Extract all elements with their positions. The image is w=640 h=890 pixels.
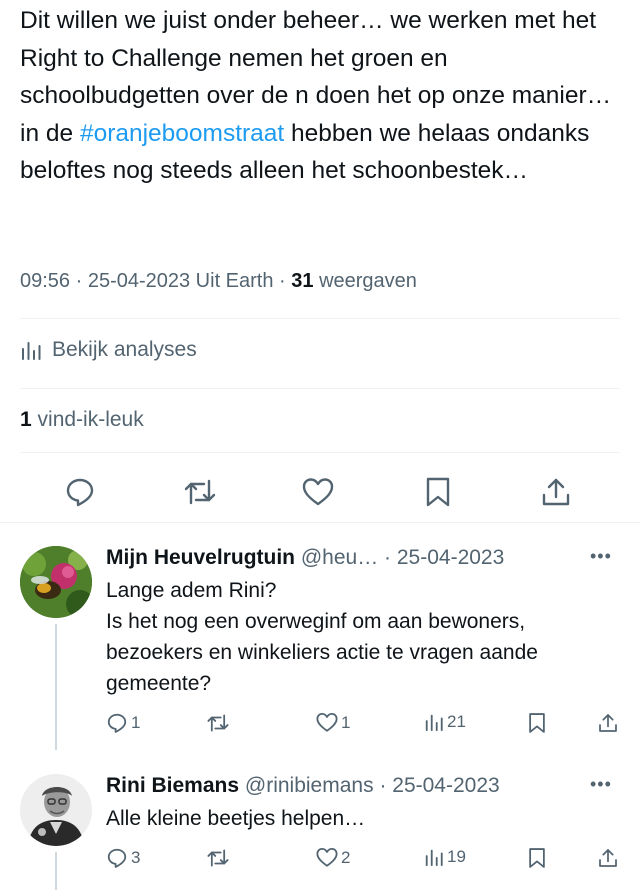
thread-line [55, 852, 57, 890]
bookmark-icon [528, 712, 546, 734]
reply-header: Rini Biemans @rinibiemans · 25-04-2023 [106, 774, 500, 798]
reply-header: Mijn Heuvelrugtuin @heu… · 25-04-2023 [106, 546, 504, 570]
like-button[interactable]: 2 [316, 847, 350, 868]
views-button[interactable]: 21 [424, 712, 466, 732]
analytics-icon [424, 712, 444, 732]
bookmark-button[interactable] [528, 712, 546, 734]
tweet-action-bar [0, 470, 640, 510]
reply-button[interactable]: 1 [106, 712, 140, 734]
reply-author-handle[interactable]: @rinibiemans [245, 774, 374, 797]
likes-summary[interactable]: 1 vind-ik-leuk [20, 408, 144, 432]
more-button[interactable]: ••• [590, 546, 612, 567]
divider [20, 388, 620, 389]
divider [0, 522, 640, 523]
reply-count: 1 [131, 713, 141, 732]
reply-button[interactable]: 3 [106, 847, 140, 869]
like-button[interactable] [300, 474, 336, 510]
divider [20, 452, 620, 453]
reply-icon [64, 476, 96, 508]
reply-text: Alle kleine beetjes helpen… [106, 807, 366, 830]
view-count: 19 [447, 847, 466, 866]
retweet-icon [206, 847, 230, 869]
bookmark-button[interactable] [420, 474, 456, 510]
share-icon [598, 847, 618, 869]
reply-author-name[interactable]: Mijn Heuvelrugtuin [106, 546, 295, 569]
analytics-icon [20, 339, 42, 361]
views-label: weergaven [313, 270, 417, 292]
avatar[interactable] [20, 546, 92, 618]
divider [20, 318, 620, 319]
like-icon [302, 477, 334, 507]
reply-count: 3 [131, 848, 141, 867]
like-count: 1 [341, 712, 351, 732]
share-button[interactable] [598, 847, 618, 869]
thread-line [55, 624, 57, 750]
retweet-icon [206, 712, 230, 734]
views-button[interactable]: 19 [424, 847, 466, 867]
reply-text: Lange adem Rini? Is het nog een overwegi… [106, 579, 538, 695]
analytics-icon [424, 847, 444, 867]
retweet-button[interactable] [206, 847, 233, 869]
likes-count: 1 [20, 408, 32, 431]
more-icon: ••• [590, 774, 612, 794]
share-icon [541, 476, 571, 508]
tweet-meta: 09:56 · 25-04-2023 Uit Earth · 31 weerga… [20, 270, 417, 293]
reply-date[interactable]: · 25-04-2023 [384, 546, 504, 569]
share-button[interactable] [598, 712, 618, 734]
like-icon [316, 847, 338, 868]
retweet-button[interactable] [182, 474, 218, 510]
tweet-text: Dit willen we juist onder beheer… we wer… [20, 2, 630, 190]
retweet-button[interactable] [206, 712, 233, 734]
reply-icon [106, 847, 128, 869]
likes-label: vind-ik-leuk [31, 408, 144, 431]
more-icon: ••• [590, 546, 612, 566]
reply-date[interactable]: · 25-04-2023 [379, 774, 499, 797]
analytics-label: Bekijk analyses [52, 338, 197, 361]
reply-author-handle[interactable]: @heu… [301, 546, 378, 569]
like-count: 2 [341, 847, 351, 867]
hashtag-link[interactable]: #oranjeboomstraat [80, 120, 284, 147]
bookmark-button[interactable] [528, 847, 546, 869]
bookmark-icon [425, 476, 451, 508]
view-analytics-link[interactable]: Bekijk analyses [20, 338, 197, 362]
reply-icon [106, 712, 128, 734]
more-button[interactable]: ••• [590, 774, 612, 795]
reply-author-name[interactable]: Rini Biemans [106, 774, 239, 797]
avatar[interactable] [20, 774, 92, 846]
retweet-icon [183, 476, 217, 508]
bookmark-icon [528, 847, 546, 869]
view-count: 21 [447, 712, 466, 731]
views-count: 31 [291, 270, 314, 292]
like-button[interactable]: 1 [316, 712, 350, 733]
like-icon [316, 712, 338, 733]
share-icon [598, 712, 618, 734]
reply-button[interactable] [62, 474, 98, 510]
share-button[interactable] [538, 474, 574, 510]
tweet-timestamp[interactable]: 09:56 · 25-04-2023 Uit Earth · [20, 270, 291, 292]
